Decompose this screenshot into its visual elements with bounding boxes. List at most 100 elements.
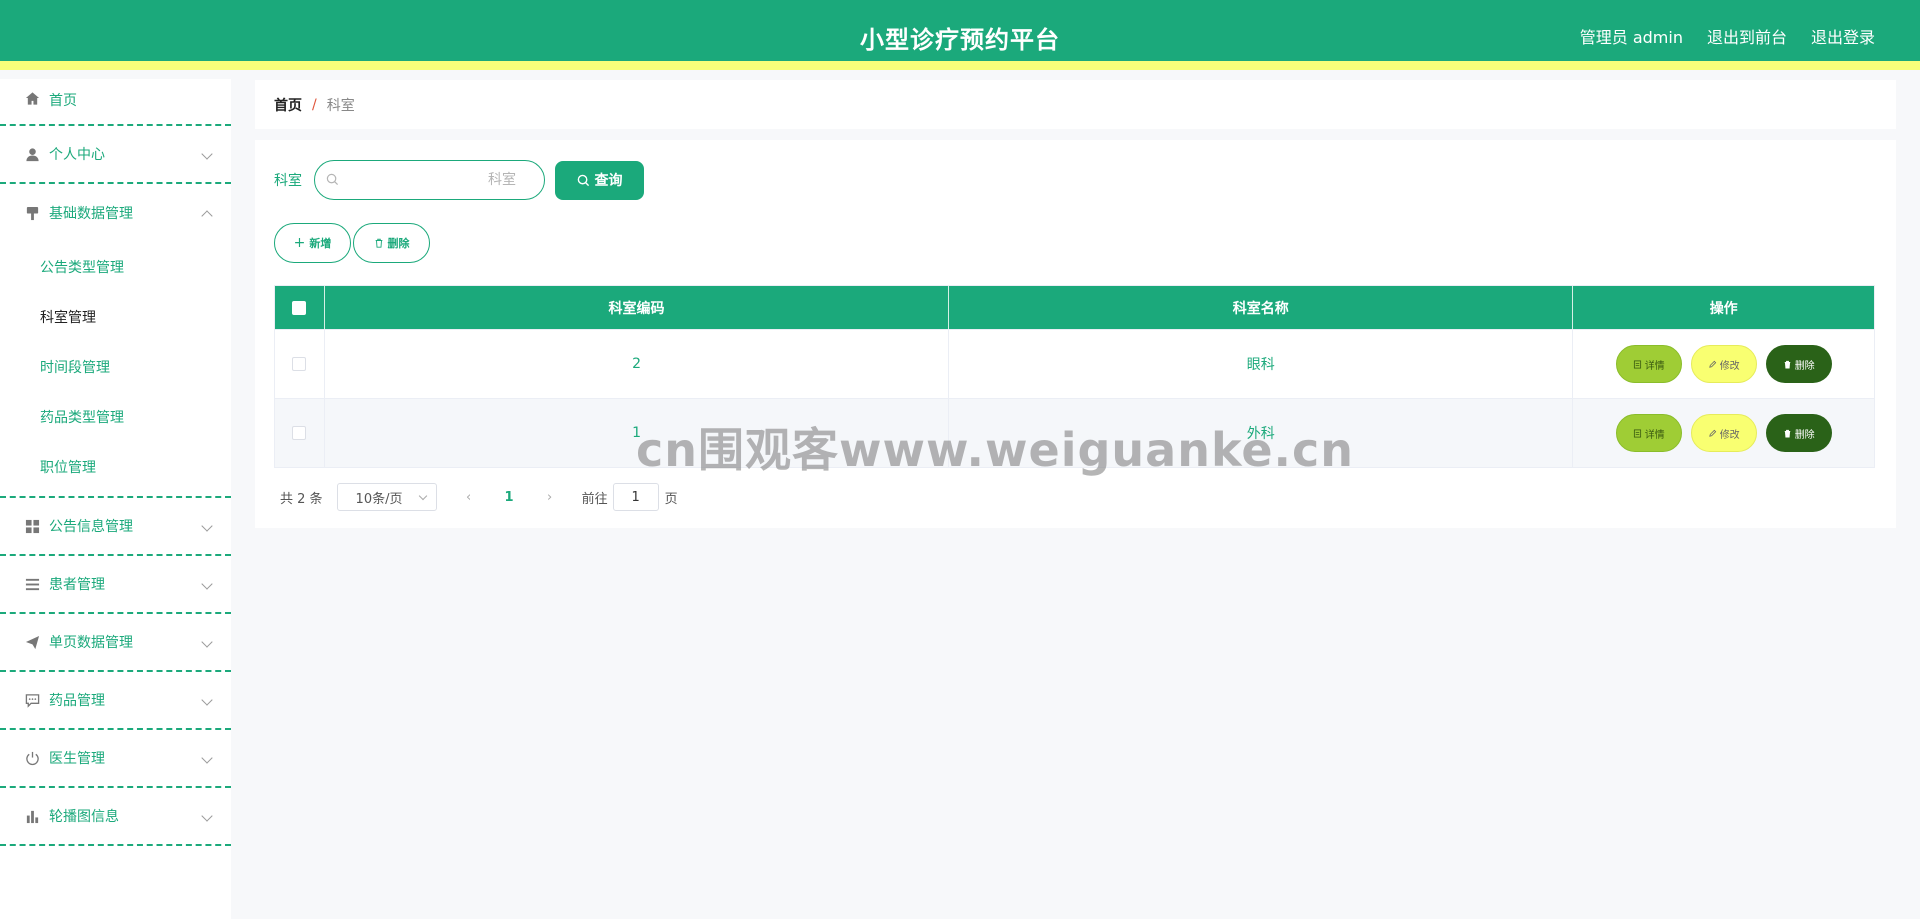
row-select-cell [275,330,325,398]
sidebar-item-patient[interactable]: 患者管理 [0,556,231,614]
chevron-down-icon [201,636,213,648]
sidebar-item-single-page[interactable]: 单页数据管理 [0,614,231,672]
trash-icon [1784,360,1791,369]
sidebar-submenu-basic-data: 公告类型管理 科室管理 时间段管理 药品类型管理 职位管理 [0,242,231,498]
sidebar-item-label: 个人中心 [49,147,105,163]
cell-operations: 详情 修改 删除 [1573,330,1874,398]
page-suffix: 页 [664,491,678,507]
sidebar-item-notice[interactable]: 公告信息管理 [0,498,231,556]
chevron-down-icon [201,578,213,590]
chevron-down-icon [201,520,213,532]
breadcrumb-separator: / [312,96,317,113]
grid-icon [24,518,40,534]
sidebar-item-label: 单页数据管理 [49,635,133,651]
next-page-button[interactable]: › [536,490,564,505]
query-button[interactable]: 查询 [555,160,644,200]
department-search-input[interactable] [315,161,544,199]
document-icon [1633,359,1641,369]
pagination-total: 共 2 条 [280,491,323,507]
row-checkbox[interactable] [292,426,307,440]
breadcrumb-home[interactable]: 首页 [274,95,302,115]
sidebar-item-label: 基础数据管理 [49,206,133,222]
chevron-up-icon [201,210,213,222]
page-size-value: 10条/页 [355,491,403,507]
exit-to-front-link[interactable]: 退出到前台 [1707,24,1787,48]
chevron-down-icon [201,148,213,160]
sidebar-item-personal[interactable]: 个人中心 [0,126,231,184]
delete-button[interactable]: 删除 [1765,414,1832,452]
sidebar-item-carousel[interactable]: 轮播图信息 [0,788,231,846]
search-box [314,160,545,200]
pagination: 共 2 条 10条/页 ‹ 1 › 前往 页 [280,483,678,511]
prev-page-button[interactable]: ‹ [455,490,483,505]
top-header: 小型诊疗预约平台 管理员 admin 退出到前台 退出登录 [0,0,1920,70]
list-icon [24,576,40,592]
detail-button-label: 详情 [1644,429,1665,441]
search-label: 科室 [274,173,302,189]
page-size-select[interactable]: 10条/页 [336,483,437,511]
table-header: 科室编码 科室名称 操作 [275,286,1874,329]
detail-button-label: 详情 [1644,360,1665,372]
sidebar-subitem-time-slot[interactable]: 时间段管理 [0,342,231,392]
query-button-label: 查询 [594,173,623,189]
sidebar-item-label: 首页 [49,93,77,109]
chevron-down-icon [418,491,427,501]
main-panel: 科室 查询 + 新增 删除 科室编码 科室名称 操作 2 眼科 [255,140,1896,528]
goto-page-input[interactable] [612,483,659,511]
sidebar-item-label: 药品管理 [49,693,105,709]
trash-icon [375,238,382,248]
chat-icon [24,692,40,708]
sidebar: 首页 个人中心 基础数据管理 公告类型管理 科室管理 时间段管理 药品类型管理 … [0,79,231,919]
cell-dept-name: 外科 [949,399,1574,467]
sidebar-item-home[interactable]: 首页 [0,79,231,126]
paper-plane-icon [24,634,40,650]
plus-icon: + [293,235,306,251]
sidebar-item-medicine[interactable]: 药品管理 [0,672,231,730]
sidebar-item-label: 医生管理 [49,751,105,767]
power-icon [24,750,40,766]
sidebar-item-label: 轮播图信息 [49,809,119,825]
cell-operations: 详情 修改 删除 [1573,399,1874,467]
sidebar-subitem-department[interactable]: 科室管理 [0,292,231,342]
edit-button[interactable]: 修改 [1690,345,1757,383]
row-checkbox[interactable] [292,357,307,371]
detail-button[interactable]: 详情 [1615,414,1682,452]
edit-button-label: 修改 [1719,429,1740,441]
sidebar-item-label: 公告信息管理 [49,519,133,535]
logout-link[interactable]: 退出登录 [1811,24,1875,48]
cell-dept-name: 眼科 [949,330,1574,398]
sidebar-subitem-position[interactable]: 职位管理 [0,442,231,492]
pencil-icon [1708,360,1716,368]
delete-button-label: 删除 [1794,360,1815,372]
brush-icon [24,205,40,221]
cell-dept-code: 2 [325,330,950,398]
add-button-label: 新增 [309,237,332,250]
breadcrumb-current: 科室 [326,97,355,114]
sidebar-item-doctor[interactable]: 医生管理 [0,730,231,788]
action-row: + 新增 删除 [274,223,430,263]
sidebar-subitem-medicine-type[interactable]: 药品类型管理 [0,392,231,442]
delete-button-label: 删除 [1794,429,1815,441]
detail-button[interactable]: 详情 [1615,345,1682,383]
header-dept-code: 科室编码 [325,286,950,329]
table-row: 1 外科 详情 修改 删除 [275,398,1874,467]
search-icon [326,173,339,186]
select-all-checkbox[interactable] [292,300,307,315]
home-icon [24,90,40,106]
add-button[interactable]: + 新增 [274,223,351,263]
sidebar-subitem-notice-type[interactable]: 公告类型管理 [0,242,231,292]
edit-button[interactable]: 修改 [1690,414,1757,452]
pencil-icon [1708,429,1716,437]
edit-button-label: 修改 [1719,360,1740,372]
page-number-current[interactable]: 1 [505,490,514,505]
header-operations: 操作 [1709,300,1738,317]
batch-delete-button[interactable]: 删除 [353,223,430,263]
header-dept-name: 科室名称 [949,286,1574,329]
chevron-down-icon [201,752,213,764]
breadcrumb: 首页 / 科室 [255,80,1896,129]
admin-user-link[interactable]: 管理员 admin [1580,24,1683,48]
sidebar-item-basic-data[interactable]: 基础数据管理 [0,184,231,242]
chevron-down-icon [201,694,213,706]
user-icon [24,146,40,162]
delete-button[interactable]: 删除 [1765,345,1832,383]
